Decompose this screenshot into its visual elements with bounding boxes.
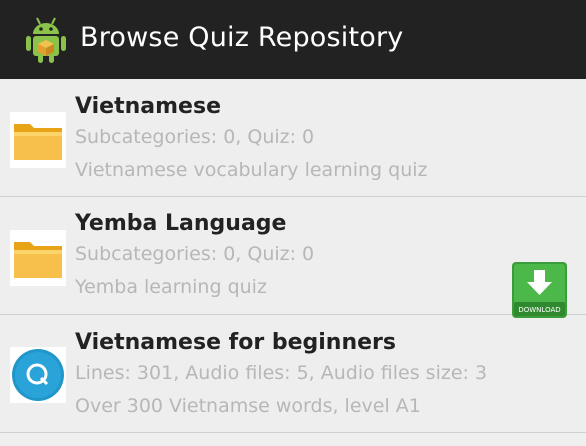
quiz-q-icon (10, 347, 66, 403)
android-icon[interactable] (24, 14, 68, 64)
item-info: Subcategories: 0, Quiz: 0 (75, 126, 315, 148)
list-item[interactable]: Yemba Language Subcategories: 0, Quiz: 0… (0, 197, 586, 315)
item-description: Yemba learning quiz (75, 276, 267, 298)
item-description: Over 300 Vietnamse words, level A1 (75, 395, 421, 417)
svg-text:DOWNLOAD: DOWNLOAD (518, 306, 560, 314)
folder-icon (10, 112, 66, 168)
item-info: Lines: 301, Audio files: 5, Audio files … (75, 362, 488, 384)
folder-icon (10, 230, 66, 286)
item-name: Yemba Language (75, 211, 287, 236)
download-icon[interactable]: DOWNLOAD (512, 262, 567, 318)
list-item[interactable]: Vietnamese for beginners Lines: 301, Aud… (0, 315, 586, 433)
page-title: Browse Quiz Repository (80, 22, 404, 53)
list-item[interactable]: Vietnamese Subcategories: 0, Quiz: 0 Vie… (0, 79, 586, 197)
item-info: Subcategories: 0, Quiz: 0 (75, 243, 315, 265)
action-bar: Browse Quiz Repository (0, 0, 586, 79)
item-name: Vietnamese for beginners (75, 330, 396, 355)
item-description: Vietnamese vocabulary learning quiz (75, 159, 428, 181)
item-name: Vietnamese (75, 94, 221, 119)
